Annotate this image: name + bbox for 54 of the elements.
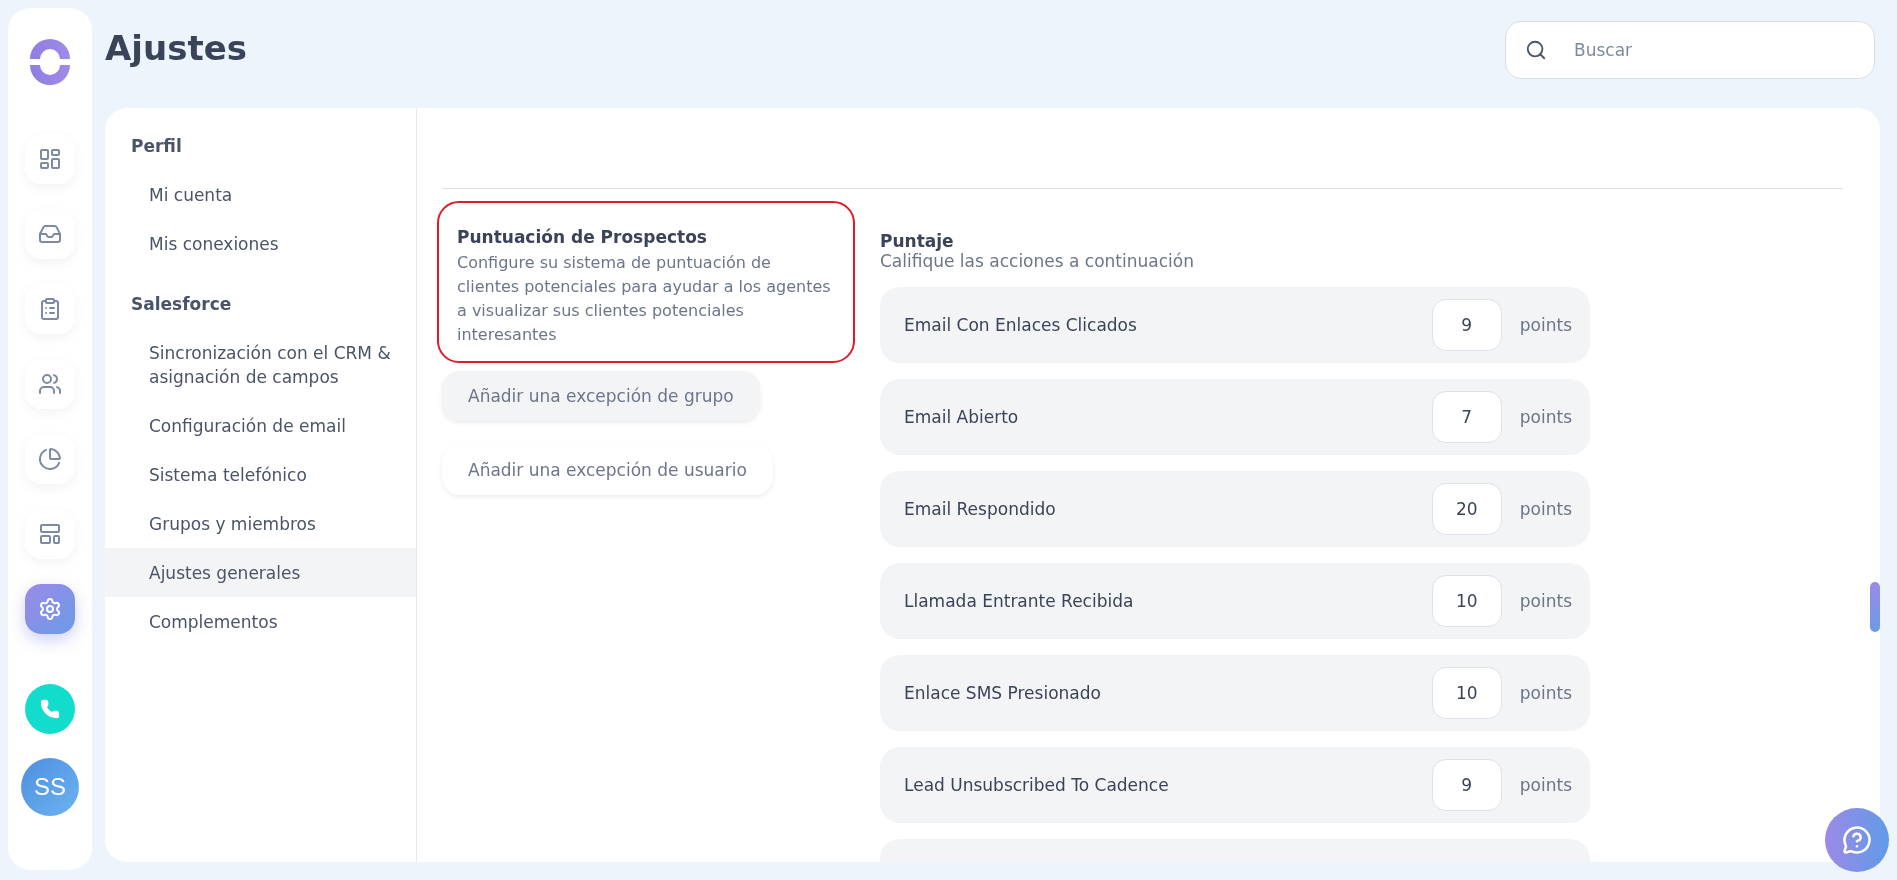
nav-rail-button[interactable]: [25, 359, 75, 409]
nav-rail-button[interactable]: [25, 584, 75, 634]
settings-nav-item[interactable]: Mi cuenta: [105, 170, 416, 219]
layout-icon: [38, 522, 62, 546]
settings-nav-item[interactable]: Complementos: [105, 597, 416, 646]
exception-button[interactable]: Añadir una excepción de grupo: [442, 371, 760, 421]
action-label: Email Respondido: [904, 499, 1057, 519]
section-title: Puntuación de Prospectos: [457, 227, 708, 247]
points-label: points: [1519, 315, 1572, 335]
phone-icon: [40, 699, 60, 719]
settings-nav-item[interactable]: Ajustes generales: [105, 548, 416, 597]
settings-nav-item[interactable]: Mis conexiones: [105, 219, 416, 268]
pie-chart-icon: [38, 447, 62, 471]
points-input[interactable]: 9: [1431, 759, 1502, 811]
search-field[interactable]: Buscar: [1505, 21, 1875, 79]
help-chat-icon: [1842, 825, 1872, 855]
clipboard-icon: [38, 297, 62, 321]
people-icon: [38, 372, 62, 396]
call-button[interactable]: [25, 684, 75, 734]
points-input[interactable]: 7: [1431, 391, 1502, 443]
points-label: points: [1519, 591, 1572, 611]
scoring-title: Puntaje: [880, 231, 955, 251]
action-label: Enlace SMS Presionado: [904, 683, 1102, 703]
nav-rail-button[interactable]: [25, 434, 75, 484]
points-label: points: [1519, 407, 1572, 427]
settings-nav-item[interactable]: Configuración de email: [105, 401, 416, 450]
points-input[interactable]: 20: [1431, 483, 1502, 535]
points-input[interactable]: 10: [1431, 575, 1502, 627]
points-label: points: [1519, 775, 1572, 795]
settings-nav-item[interactable]: Sincronización con el CRM & asignación de campos: [105, 328, 416, 401]
settings-nav-item[interactable]: Grupos y miembros: [105, 499, 416, 548]
points-input[interactable]: 9: [1431, 299, 1502, 351]
nav-rail-button[interactable]: [25, 134, 75, 184]
action-label: Email Con Enlaces Clicados: [904, 315, 1138, 335]
settings-icon: [38, 597, 62, 621]
nav-rail-button[interactable]: [25, 209, 75, 259]
action-label: Llamada Entrante Recibida: [904, 591, 1135, 611]
action-label: Email Abierto: [904, 407, 1020, 427]
nav-heading: Perfil: [130, 136, 183, 156]
points-label: points: [1519, 683, 1572, 703]
nav-rail-button[interactable]: [25, 509, 75, 559]
section-description: Configure su sistema de puntuación de clientes potenciales para ayudar a los agentes a visualizar sus clientes potenciales interesantes: [457, 252, 832, 346]
action-label: Lead Unsubscribed To Cadence: [904, 775, 1170, 795]
scrollbar-thumb[interactable]: [1870, 582, 1880, 632]
nav-rail-button[interactable]: [25, 284, 75, 334]
tray-icon: [38, 222, 62, 246]
settings-nav-item[interactable]: Sistema telefónico: [105, 450, 416, 499]
scoring-subtitle: Califique las acciones a continuación: [880, 251, 1195, 271]
page-title: Ajustes: [105, 28, 247, 68]
exception-button[interactable]: Añadir una excepción de usuario: [442, 445, 773, 495]
points-label: points: [1519, 499, 1572, 519]
points-input[interactable]: 10: [1431, 667, 1502, 719]
nav-heading: Salesforce: [130, 294, 233, 314]
dashboard-icon: [38, 147, 62, 171]
